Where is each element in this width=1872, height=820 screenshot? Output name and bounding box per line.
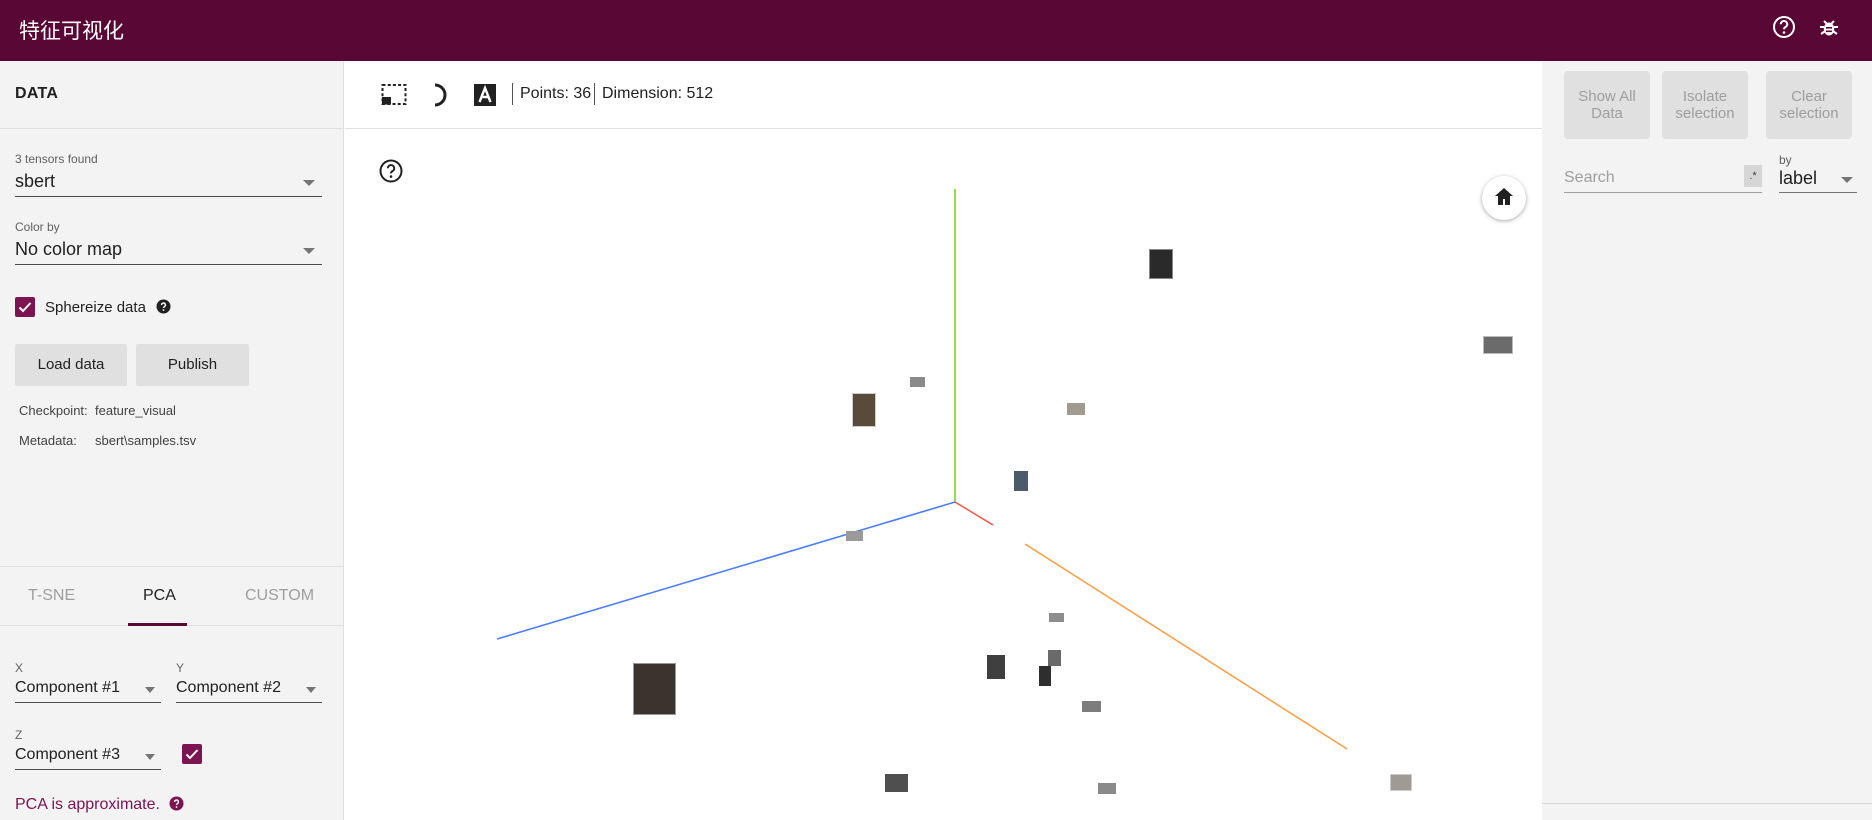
z-enable-checkbox[interactable]	[182, 744, 202, 764]
divider	[512, 83, 513, 105]
axes-layer	[496, 189, 1348, 750]
metadata-value: sbert\samples.tsv	[95, 433, 197, 448]
active-tab-indicator	[128, 623, 187, 626]
y-component-value: Component #2	[176, 679, 281, 696]
regex-toggle[interactable]: .*	[1744, 165, 1762, 187]
projector-toolbar: Points: 36 Dimension: 512	[345, 61, 1542, 129]
chevron-down-icon	[306, 687, 316, 693]
search-by-value: label	[1779, 168, 1818, 188]
scatter-3d-canvas[interactable]	[345, 129, 1542, 820]
y-component-select[interactable]: Component #2	[176, 675, 322, 703]
thumbnail-point[interactable]	[633, 663, 676, 715]
help-icon[interactable]	[156, 299, 171, 314]
chevron-down-icon	[303, 248, 315, 254]
dimension-count: Dimension: 512	[602, 85, 714, 102]
z-axis-label: Z	[15, 728, 23, 742]
tab-custom[interactable]: CUSTOM	[245, 587, 314, 605]
divider	[1542, 803, 1872, 804]
inspector-panel: Show All Data Isolate selection Clear se…	[1542, 61, 1872, 820]
x-axis-line	[1024, 543, 1348, 750]
y-axis-label: Y	[176, 661, 185, 675]
thumbnail-point[interactable]	[1048, 650, 1061, 666]
thumbnail-point[interactable]	[852, 393, 876, 427]
x-axis-label: X	[15, 661, 24, 675]
x-component-select[interactable]: Component #1	[15, 675, 161, 703]
x-component-value: Component #1	[15, 679, 120, 696]
thumbnail-point[interactable]	[1014, 471, 1028, 491]
checkpoint-label: Checkpoint:	[19, 403, 88, 418]
pca-note: PCA is approximate.	[15, 796, 184, 814]
data-panel: DATA 3 tensors found sbert Color by No c…	[0, 61, 344, 820]
home-icon	[1495, 188, 1513, 205]
load-data-button[interactable]: Load data	[15, 344, 127, 386]
search-placeholder: Search	[1564, 169, 1615, 186]
night-mode-icon[interactable]	[430, 83, 452, 107]
z-component-select[interactable]: Component #3	[15, 742, 161, 770]
thumbnail-point[interactable]	[1390, 774, 1412, 791]
bug-icon[interactable]	[1816, 14, 1842, 40]
sphereize-checkbox[interactable]	[15, 297, 35, 317]
tensor-select[interactable]: sbert	[15, 165, 322, 197]
home-button[interactable]	[1482, 176, 1526, 220]
projector-view: Points: 36 Dimension: 512	[345, 61, 1542, 820]
thumbnail-point[interactable]	[1149, 249, 1173, 279]
chevron-down-icon	[145, 687, 155, 693]
thumbnail-point[interactable]	[1483, 336, 1513, 354]
x-axis-near-line	[954, 501, 994, 526]
color-by-select[interactable]: No color map	[15, 233, 322, 265]
divider	[594, 83, 595, 105]
search-field[interactable]: Search .*	[1564, 165, 1762, 193]
thumbnail-point[interactable]	[1067, 403, 1085, 415]
tensor-select-value: sbert	[15, 171, 56, 191]
data-panel-header: DATA	[0, 61, 344, 129]
thumbnail-point[interactable]	[1039, 666, 1051, 686]
tab-pca[interactable]: PCA	[143, 587, 176, 605]
sphereize-label: Sphereize data	[45, 299, 146, 316]
help-circle-icon[interactable]	[1771, 14, 1797, 40]
help-icon[interactable]	[169, 796, 184, 811]
thumbnail-point[interactable]	[987, 655, 1005, 679]
checkpoint-value: feature_visual	[95, 403, 176, 418]
chevron-down-icon	[145, 754, 155, 760]
selection-box-icon[interactable]	[381, 83, 407, 107]
chevron-down-icon	[303, 180, 315, 186]
publish-button[interactable]: Publish	[136, 344, 249, 386]
thumbnail-point[interactable]	[1049, 613, 1064, 622]
tab-tsne[interactable]: T-SNE	[28, 587, 75, 605]
z-axis-line	[496, 501, 956, 640]
search-by-select[interactable]: label	[1779, 165, 1857, 193]
projection-tabs: T-SNE PCA CUSTOM	[0, 566, 344, 626]
chevron-down-icon	[1841, 177, 1853, 183]
clear-selection-button[interactable]: Clear selection	[1766, 71, 1852, 139]
thumbnail-point[interactable]	[910, 377, 925, 387]
isolate-selection-button[interactable]: Isolate selection	[1662, 71, 1748, 139]
points-count: Points: 36	[520, 85, 592, 102]
z-component-value: Component #3	[15, 746, 120, 763]
top-bar: 特征可视化	[0, 0, 1872, 61]
metadata-label: Metadata:	[19, 433, 77, 448]
thumbnail-point[interactable]	[885, 774, 908, 792]
pca-note-text: PCA is approximate.	[15, 796, 160, 813]
color-by-value: No color map	[15, 239, 123, 259]
color-by-label: Color by	[15, 220, 60, 234]
data-panel-title: DATA	[15, 85, 59, 102]
labels-icon[interactable]	[473, 83, 497, 107]
show-all-data-button[interactable]: Show All Data	[1564, 71, 1650, 139]
thumbnail-point[interactable]	[1082, 701, 1101, 712]
thumbnail-point[interactable]	[846, 531, 863, 541]
tensors-found-label: 3 tensors found	[15, 152, 98, 166]
app-title: 特征可视化	[19, 19, 124, 43]
thumbnail-point[interactable]	[1098, 783, 1116, 794]
